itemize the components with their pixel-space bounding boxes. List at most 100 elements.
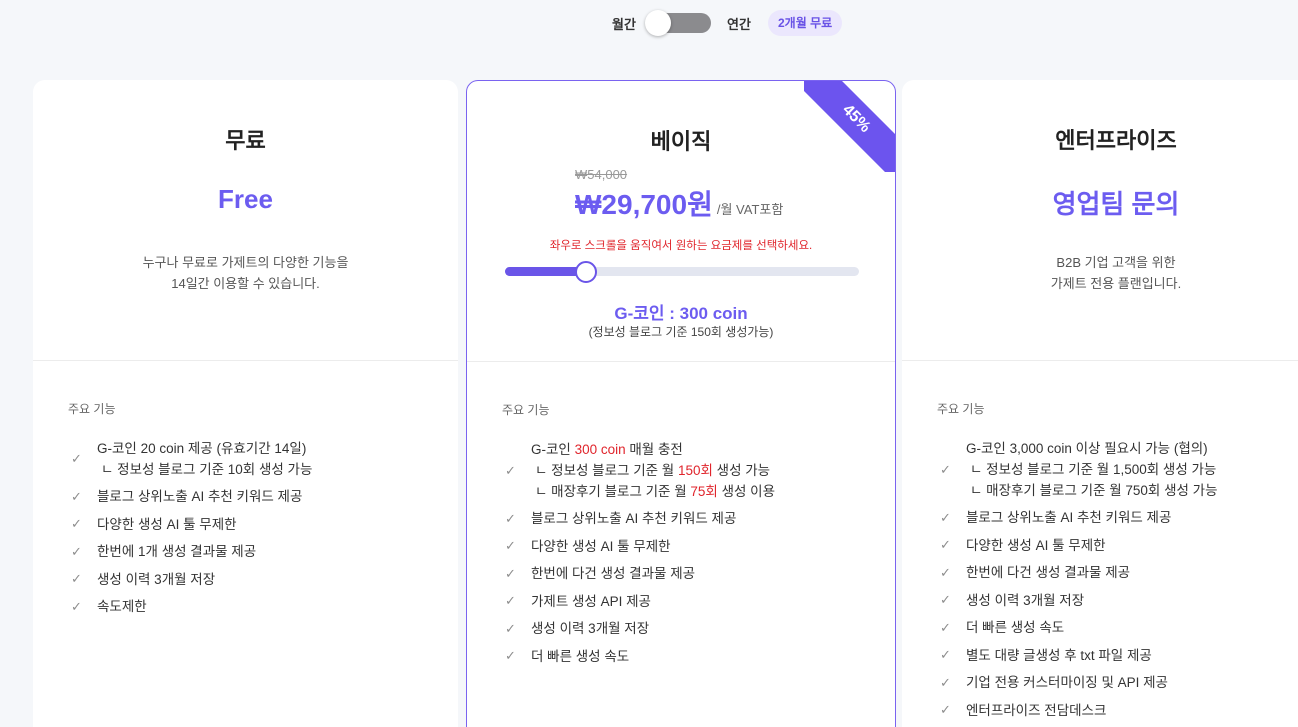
plan-name: 무료 [225,128,266,153]
features-title: 주요 기능 [68,402,116,416]
feature-subline: ㄴ 매장후기 블로그 기준 월 750회 생성 가능 [970,483,1218,498]
plan-description-line: 14일간 이용할 수 있습니다. [171,276,320,291]
check-icon: ✓ [940,564,951,580]
sale-price-row: ₩29,700원/월 VAT포함 [575,183,783,223]
feature-text: 다양한 생성 AI 툴 무제한 [966,537,1106,553]
plan-card-basic[interactable]: 45% 베이직 ₩54,000 ₩29,700원/월 VAT포함 좌우로 스크롤… [466,80,896,727]
feature-segment: 매월 충전 [625,442,683,457]
features-title: 주요 기능 [502,403,550,417]
feature-text: 블로그 상위노출 AI 추천 키워드 제공 [966,510,1172,526]
check-icon: ✓ [505,648,516,664]
slider-thumb[interactable] [575,261,598,283]
slider-fill [505,267,587,276]
feature-list: ✓ G-코인 300 coin 매월 충전 ㄴ 정보성 블로그 기준 월 150… [505,439,875,673]
list-item: ✓ 다양한 생성 AI 툴 무제한 [71,514,438,536]
free-months-badge: 2개월 무료 [768,10,843,36]
feature-line: G-코인 3,000 coin 이상 필요시 가능 (협의) [966,441,1208,456]
check-icon: ✓ [71,598,82,614]
plan-description-line: 가제트 전용 플랜입니다. [1050,276,1182,291]
highlight-value: 75회 [690,484,718,499]
list-item: ✓ 한번에 1개 생성 결과물 제공 [71,541,438,563]
check-icon: ✓ [940,702,951,718]
feature-line: G-코인 300 coin 매월 충전 [531,439,775,460]
check-icon: ✓ [505,620,516,636]
feature-segment: ㄴ 매장후기 블로그 기준 월 [535,484,691,499]
check-icon: ✓ [505,462,516,478]
monthly-label[interactable]: 월간 [612,14,636,33]
feature-text: 기업 전용 커스터마이징 및 API 제공 [966,675,1168,691]
feature-text: 더 빠른 생성 속도 [966,620,1065,636]
original-price: ₩54,000 [575,167,628,182]
plan-description-line: B2B 기업 고객을 위한 [1056,255,1176,270]
feature-list: ✓ G-코인 3,000 coin 이상 필요시 가능 (협의) ㄴ 정보성 블… [940,438,1298,727]
feature-list: ✓ G-코인 20 coin 제공 (유효기간 14일) ㄴ 정보성 블로그 기… [71,438,438,624]
list-item: ✓ 더 빠른 생성 속도 [505,646,875,668]
feature-text: 다양한 생성 AI 툴 무제한 [531,538,671,554]
plan-description: 누구나 무료로 가제트의 다양한 기능을 14일간 이용할 수 있습니다. [33,252,458,294]
plan-name: 베이직 [650,129,712,154]
divider [902,360,1298,361]
plan-card-free: 무료 Free 누구나 무료로 가제트의 다양한 기능을 14일간 이용할 수 … [33,80,458,727]
check-icon: ✓ [71,516,82,532]
check-icon: ✓ [505,538,516,554]
list-item: ✓ G-코인 20 coin 제공 (유효기간 14일) ㄴ 정보성 블로그 기… [71,438,438,480]
billing-toggle-row: 월간 연간 2개월 무료 [0,10,1298,36]
billing-period-switch[interactable] [645,10,711,36]
check-icon: ✓ [940,537,951,553]
feature-text: 생성 이력 3개월 저장 [966,592,1085,608]
plan-description: B2B 기업 고객을 위한 가제트 전용 플랜입니다. [902,252,1298,294]
feature-text: 속도제한 [97,599,147,615]
list-item: ✓ 다양한 생성 AI 툴 무제한 [505,536,875,558]
check-icon: ✓ [71,543,82,559]
check-icon: ✓ [505,565,516,581]
plan-name: 엔터프라이즈 [1055,128,1177,153]
divider [467,361,895,362]
list-item: ✓ 생성 이력 3개월 저장 [940,590,1298,612]
feature-text: 가제트 생성 API 제공 [531,593,651,609]
check-icon: ✓ [505,593,516,609]
list-item: ✓ 다양한 생성 AI 툴 무제한 [940,535,1298,557]
feature-segment: ㄴ 정보성 블로그 기준 월 [535,463,678,478]
list-item: ✓ 블로그 상위노출 AI 추천 키워드 제공 [71,486,438,508]
yearly-label[interactable]: 연간 [727,14,751,33]
plan-price: Free [218,184,273,214]
feature-text: 블로그 상위노출 AI 추천 키워드 제공 [531,511,737,527]
feature-text: 별도 대량 글생성 후 txt 파일 제공 [966,647,1152,663]
feature-text: 블로그 상위노출 AI 추천 키워드 제공 [97,489,303,505]
feature-segment: 생성 가능 [712,463,771,478]
list-item: ✓ G-코인 300 coin 매월 충전 ㄴ 정보성 블로그 기준 월 150… [505,439,875,502]
switch-knob[interactable] [645,10,671,36]
feature-text: G-코인 3,000 coin 이상 필요시 가능 (협의) ㄴ 정보성 블로그… [966,438,1218,501]
list-item: ✓ 가제트 생성 API 제공 [505,591,875,613]
check-icon: ✓ [940,647,951,663]
feature-text: 다양한 생성 AI 툴 무제한 [97,516,237,532]
coin-slider[interactable] [505,261,859,283]
feature-subline: ㄴ 정보성 블로그 기준 월 150회 생성 가능 [531,460,775,481]
list-item: ✓ 생성 이력 3개월 저장 [505,618,875,640]
feature-text: 생성 이력 3개월 저장 [531,621,650,637]
check-icon: ✓ [940,509,951,525]
list-item: ✓ 엔터프라이즈 전담데스크 [940,700,1298,722]
plan-description-line: 누구나 무료로 가제트의 다양한 기능을 [142,255,349,270]
feature-subline: ㄴ 정보성 블로그 기준 10회 생성 가능 [101,462,313,477]
feature-text: 한번에 다건 생성 결과물 제공 [966,565,1131,581]
check-icon: ✓ [940,619,951,635]
feature-text: 더 빠른 생성 속도 [531,648,630,664]
feature-segment: 생성 이용 [717,484,775,499]
check-icon: ✓ [940,674,951,690]
check-icon: ✓ [505,510,516,526]
feature-segment: G-코인 [531,442,575,457]
divider [33,360,458,361]
feature-subline: ㄴ 정보성 블로그 기준 월 1,500회 생성 가능 [970,462,1217,477]
coin-description: (정보성 블로그 기준 150회 생성가능) [588,325,774,339]
feature-text: 한번에 다건 생성 결과물 제공 [531,566,696,582]
sale-price: ₩29,700원 [575,189,713,220]
list-item: ✓ 블로그 상위노출 AI 추천 키워드 제공 [940,507,1298,529]
contact-sales[interactable]: 영업팀 문의 [902,184,1298,221]
highlight-value: 150회 [677,463,713,478]
feature-text: 엔터프라이즈 전담데스크 [966,702,1107,718]
check-icon: ✓ [71,571,82,587]
list-item: ✓ 블로그 상위노출 AI 추천 키워드 제공 [505,508,875,530]
list-item: ✓ 기업 전용 커스터마이징 및 API 제공 [940,672,1298,694]
check-icon: ✓ [940,461,951,477]
